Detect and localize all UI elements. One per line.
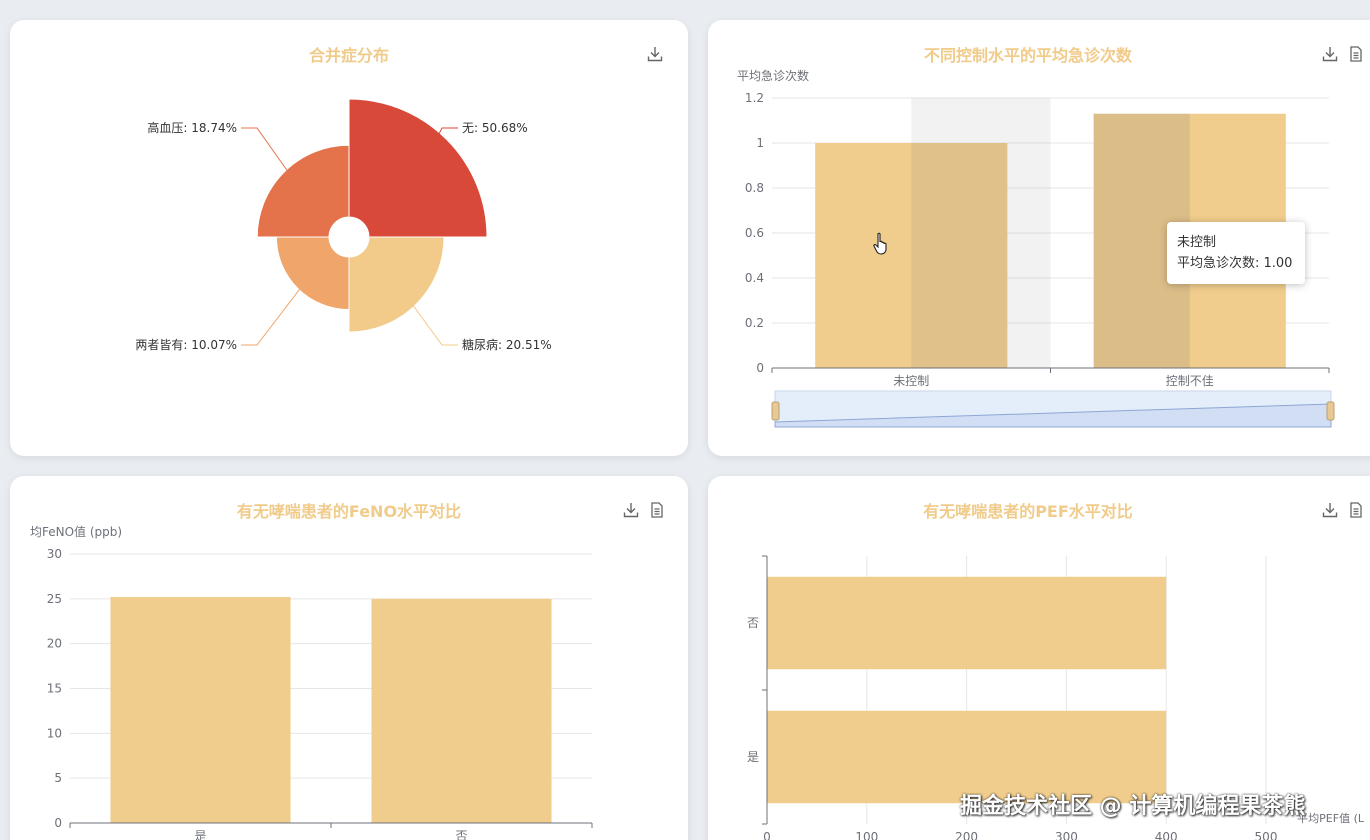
hand-cursor-icon (873, 232, 887, 255)
y-tick-label-4: 20 (47, 637, 62, 651)
bar-chart: 均FeNO值 (ppb) 0 5 10 15 20 25 30 是 否 (30, 524, 593, 840)
y-tick-label-2: 0.4 (745, 271, 764, 285)
y-tick-label-2: 10 (47, 726, 62, 740)
x-tick-label-2: 200 (955, 830, 978, 840)
chart-card-emergency-visits: 不同控制水平的平均急诊次数 平均急诊次数 0 0.2 0.4 0.6 0.8 1 1.2 未控制… (708, 20, 1370, 456)
slice-label-2: 两者皆有: 10.07% (135, 338, 237, 352)
slice-label-1: 糖尿病: 20.51% (462, 337, 552, 352)
tooltip-value: 平均急诊次数: 1.00 (1177, 256, 1293, 271)
y-axis-label: 均FeNO值 (ppb) (30, 524, 122, 539)
y-tick-label-1: 否 (747, 616, 759, 630)
y-tick-label-3: 15 (47, 682, 62, 696)
pie-slice-0 (348, 98, 488, 238)
y-tick-label-6: 1.2 (745, 91, 764, 105)
tooltip-title: 未控制 (1177, 235, 1217, 250)
y-tick-label-3: 0.6 (745, 226, 764, 240)
y-tick-label-6: 30 (47, 547, 62, 561)
rose-chart: 无: 50.68% 糖尿病: 20.51% 两者皆有: 10.07% 高血压: 18.… (135, 98, 552, 352)
y-axis-label: 平均急诊次数 (737, 68, 809, 83)
bar-1 (371, 598, 552, 823)
y-tick-label-4: 0.8 (745, 181, 764, 195)
pie-slice-1 (348, 236, 445, 333)
tooltip: 未控制 平均急诊次数: 1.00 (1167, 222, 1305, 284)
x-axis-label: 平均PEF值 (L (1297, 812, 1365, 825)
y-tick-label-0: 是 (747, 750, 759, 764)
chart-card-pef: 有无哮喘患者的PEF水平对比 0 100 200 300 400 500 平均PEF值 (L… (708, 476, 1370, 840)
y-tick-label-5: 1 (756, 136, 764, 150)
x-tick-label-0: 0 (763, 830, 771, 840)
x-tick-label-1: 100 (855, 830, 878, 840)
bar-0 (110, 597, 291, 823)
datazoom-handle-right (1326, 401, 1335, 421)
datazoom-handle-left (771, 401, 780, 421)
bar-1 (767, 576, 1167, 670)
x-tick-label-5: 500 (1255, 830, 1278, 840)
chart-card-feno: 有无哮喘患者的FeNO水平对比 均FeNO值 (ppb) 0 5 10 15 20 25 30… (10, 476, 688, 840)
y-tick-label-1: 0.2 (745, 316, 764, 330)
bar-hover-overlay (911, 143, 1008, 368)
watermark: 掘金技术社区 @ 计算机编程果茶熊 (960, 794, 1306, 819)
x-tick-label-1: 否 (455, 829, 467, 840)
slice-label-3: 高血压: 18.74% (147, 120, 237, 135)
pie-slice-2 (275, 236, 350, 311)
y-tick-label-0: 0 (54, 816, 62, 830)
x-tick-label-0: 是 (194, 829, 206, 840)
x-tick-label-0: 未控制 (893, 374, 929, 388)
chart-card-comorbidity: 合并症分布 无: 50.68% 糖尿病: 20.51% 两者皆有: 10.07% 高血… (10, 20, 688, 456)
y-tick-label-5: 25 (47, 592, 62, 606)
y-tick-label-1: 5 (54, 771, 62, 785)
y-tick-label-0: 0 (756, 361, 764, 375)
slice-label-0: 无: 50.68% (462, 121, 528, 135)
x-tick-label-1: 控制不佳 (1166, 374, 1214, 388)
horizontal-bar-chart: 0 100 200 300 400 500 平均PEF值 (L 是 否 (747, 555, 1365, 840)
x-tick-label-3: 300 (1055, 830, 1078, 840)
x-tick-label-4: 400 (1155, 830, 1178, 840)
pie-slice-3 (256, 144, 350, 238)
